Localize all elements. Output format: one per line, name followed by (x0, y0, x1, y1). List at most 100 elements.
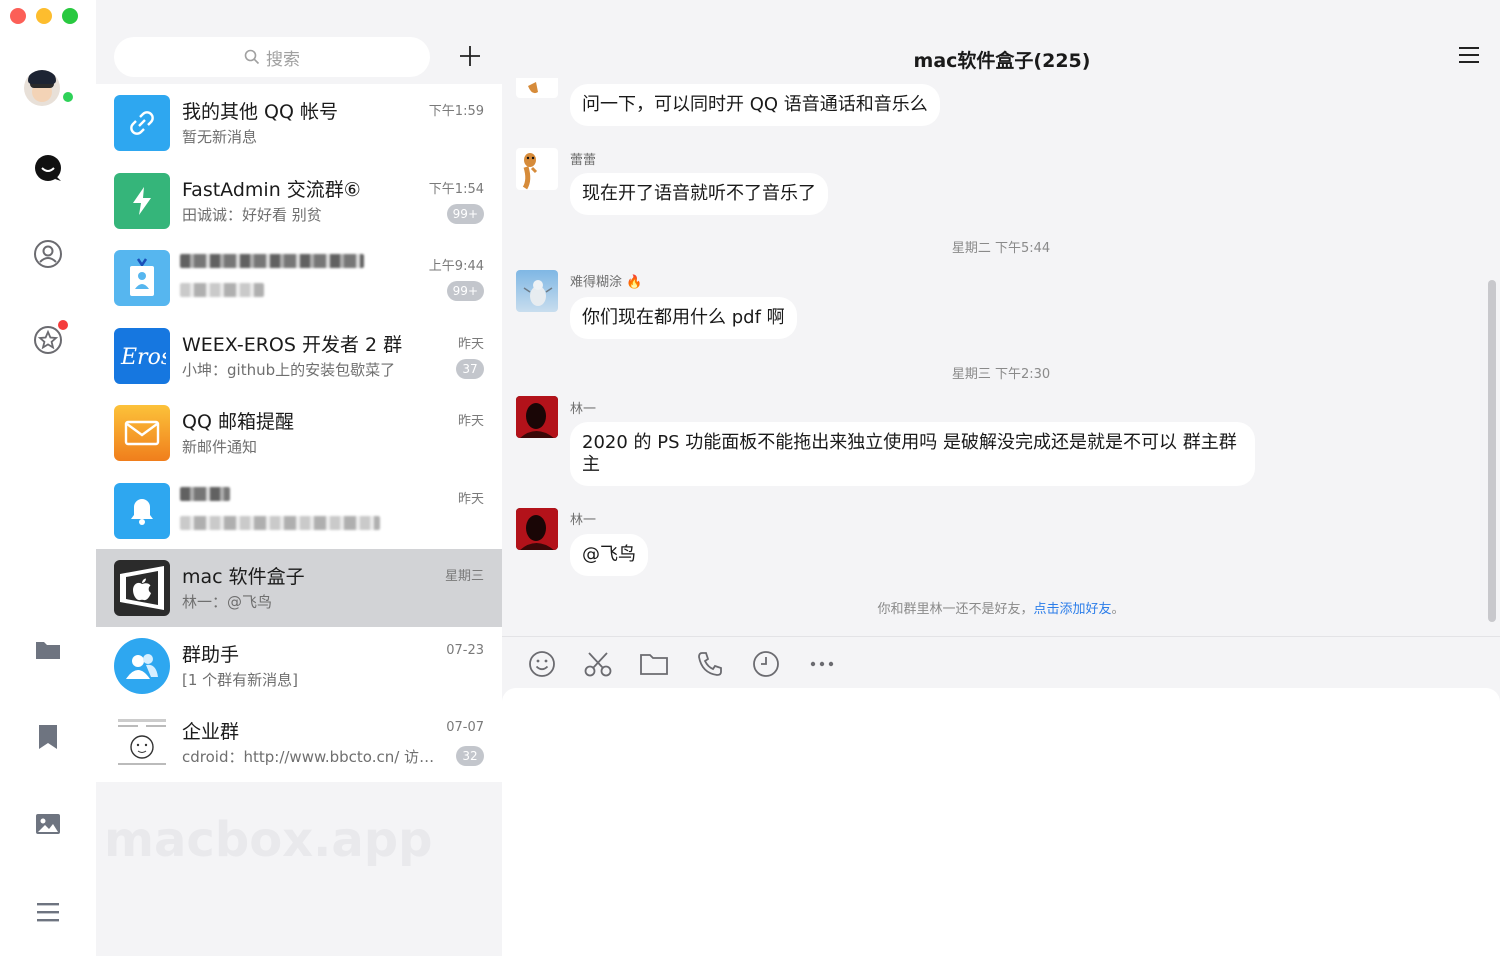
conversation-item[interactable]: 我的其他 QQ 帐号 暂无新消息 下午1:59 (96, 84, 502, 162)
left-rail (0, 0, 96, 956)
search-placeholder: 搜索 (266, 49, 300, 70)
unread-count-badge: 32 (456, 746, 484, 766)
more-icon (810, 661, 834, 667)
more-button[interactable] (807, 649, 837, 679)
link-icon (114, 95, 170, 151)
menu-icon[interactable] (30, 894, 66, 930)
scissors-icon (584, 652, 612, 677)
zoom-window-button[interactable] (62, 8, 78, 24)
sender-name: 林一 (570, 402, 597, 417)
conversation-time: 下午1:54 (428, 181, 484, 197)
blurred-snippet (180, 283, 264, 297)
conversation-item[interactable]: 昨天 (96, 472, 502, 550)
message-input[interactable] (502, 688, 1500, 956)
message-bubble[interactable]: 问一下，可以同时开 QQ 语音通话和音乐么 (570, 84, 940, 126)
group-avatar-icon (114, 715, 170, 771)
lightning-icon (114, 172, 170, 229)
minimize-window-button[interactable] (36, 8, 52, 24)
conversation-pane: 搜索 我的其他 QQ 帐号 暂无新消息 下午1:59 FastAdmin 交流群… (96, 0, 502, 956)
blurred-name (180, 254, 364, 268)
message-bubble[interactable]: 你们现在都用什么 pdf 啊 (570, 297, 797, 339)
screenshot-button[interactable] (583, 649, 613, 679)
message-timestamp: 星期二 下午5:44 (951, 241, 1051, 256)
unread-count-badge: 99+ (446, 281, 484, 301)
notice-suffix: 。 (1111, 602, 1125, 617)
sender-name: 难得糊涂 🔥 (570, 275, 643, 290)
message-bubble[interactable]: 现在开了语音就听不了音乐了 (570, 173, 828, 215)
sender-avatar[interactable] (516, 508, 558, 550)
qq-app-window: 搜索 我的其他 QQ 帐号 暂无新消息 下午1:59 FastAdmin 交流群… (0, 0, 1500, 956)
conversation-name: mac 软件盒子 (182, 566, 305, 588)
bell-icon (114, 482, 170, 539)
conversation-name: FastAdmin 交流群⑥ (182, 178, 361, 201)
conversation-time: 昨天 (457, 414, 484, 429)
notification-badge (58, 320, 68, 330)
sender-avatar[interactable] (516, 270, 558, 312)
close-window-button[interactable] (10, 8, 26, 24)
phone-icon (698, 652, 722, 676)
conversation-item[interactable]: FastAdmin 交流群⑥ 田诚诚：好好看 别贫 下午1:54 99+ (96, 162, 502, 240)
add-friend-link[interactable]: 点击添加好友 (1033, 602, 1111, 617)
message-bubble[interactable]: @飞鸟 (570, 534, 648, 576)
add-button[interactable] (456, 42, 484, 70)
chat-title: mac软件盒子(225) (913, 50, 1091, 72)
notice-text: 你和群里林一还不是好友， (877, 602, 1034, 617)
conversation-time: 昨天 (457, 336, 484, 352)
message-icon[interactable] (30, 150, 66, 186)
conversation-time: 07-07 (446, 720, 484, 735)
conversation-item[interactable]: Eros WEEX-EROS 开发者 2 群 小坤：github上的安装包歇菜了… (96, 317, 502, 395)
blurred-snippet (180, 515, 380, 530)
group-helper-icon (114, 637, 170, 694)
sender-avatar[interactable] (516, 396, 558, 438)
conversation-item-selected[interactable]: mac 软件盒子 林一：@飞鸟 星期三 (96, 549, 502, 627)
call-button[interactable] (695, 649, 725, 679)
hamburger-icon (1459, 47, 1479, 63)
mail-icon (114, 405, 170, 461)
folder-icon (640, 654, 668, 675)
blurred-name (180, 486, 230, 501)
bookmark-icon[interactable] (30, 719, 66, 755)
message-list: 问一下，可以同时开 QQ 语音通话和音乐么 蕾蕾 现在开了语音就听不了音乐了 星… (502, 78, 1500, 636)
conversation-item[interactable]: QQ 邮箱提醒 新邮件通知 昨天 (96, 394, 502, 472)
conversation-snippet: [1 个群有新消息] (182, 670, 299, 689)
file-button[interactable] (639, 649, 669, 679)
conversation-snippet: 新邮件通知 (182, 438, 258, 456)
photo-icon[interactable] (30, 806, 66, 842)
conversation-snippet: 小坤：github上的安装包歇菜了 (182, 360, 396, 379)
sender-avatar[interactable] (516, 148, 558, 190)
plus-icon (460, 46, 480, 66)
message-bubble[interactable]: 2020 的 PS 功能面板不能拖出来独立使用吗 是破解没完成还是就是不可以 群… (570, 422, 1255, 486)
conversation-item[interactable]: 企业群 cdroid：http://www.bbcto.cn/ 访问... 07… (96, 704, 502, 782)
conversation-snippet: 林一：@飞鸟 (182, 593, 273, 611)
apple-logo-icon (114, 560, 170, 616)
conversation-time: 07-23 (446, 642, 484, 658)
unread-count-badge: 99+ (446, 203, 484, 224)
conversation-time: 星期三 (444, 569, 484, 584)
eros-logo-icon: Eros (114, 327, 170, 384)
sender-name: 林一 (570, 513, 597, 528)
sender-avatar[interactable] (516, 78, 558, 98)
conversation-name: QQ 邮箱提醒 (182, 411, 294, 433)
conversation-time: 上午9:44 (428, 259, 484, 274)
conversation-time: 昨天 (457, 491, 484, 507)
message-scrollbar[interactable] (1488, 280, 1496, 622)
online-status-dot (61, 90, 75, 104)
chat-menu-button[interactable] (1458, 45, 1482, 67)
window-controls (10, 8, 78, 24)
conversation-item[interactable]: 群助手 [1 个群有新消息] 07-23 (96, 627, 502, 705)
conversation-item[interactable]: 上午9:44 99+ (96, 239, 502, 317)
contacts-icon[interactable] (30, 236, 66, 272)
search-input[interactable]: 搜索 (114, 37, 430, 77)
conversation-name: 群助手 (182, 643, 240, 666)
conversation-snippet: 暂无新消息 (182, 128, 258, 146)
input-toolbar (502, 636, 1500, 688)
svg-text:Eros: Eros (120, 345, 166, 370)
sender-name: 蕾蕾 (570, 153, 597, 168)
friend-notice: 你和群里林一还不是好友，点击添加好友。 (502, 598, 1500, 617)
emoji-button[interactable] (527, 649, 557, 679)
my-avatar[interactable] (24, 70, 60, 106)
folder-icon[interactable] (30, 632, 66, 668)
history-button[interactable] (751, 649, 781, 679)
chat-pane: mac软件盒子(225) 问一下，可以同时开 QQ 语音通话和音乐么 蕾蕾 现在… (502, 0, 1500, 956)
clock-icon (753, 651, 779, 677)
